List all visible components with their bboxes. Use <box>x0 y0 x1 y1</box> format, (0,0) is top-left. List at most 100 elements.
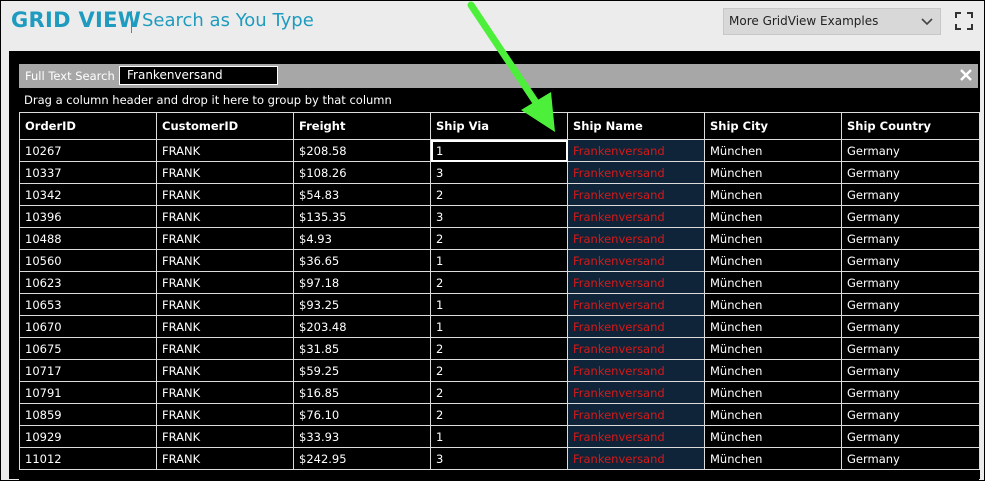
cell-shipcity[interactable]: München <box>704 425 842 448</box>
cell-customerid[interactable]: FRANK <box>156 447 294 470</box>
cell-shipcity[interactable]: München <box>704 227 842 250</box>
cell-shipcountry[interactable]: Germany <box>841 183 980 206</box>
cell-shipcountry[interactable]: Germany <box>841 381 980 404</box>
cell-orderid[interactable]: 10396 <box>19 205 157 228</box>
cell-shipcountry[interactable]: Germany <box>841 403 980 426</box>
cell-orderid[interactable]: 10267 <box>19 139 157 162</box>
cell-shipcity[interactable]: München <box>704 271 842 294</box>
cell-freight[interactable]: $108.26 <box>293 161 431 184</box>
cell-shipname[interactable]: Frankenversand <box>567 205 705 228</box>
cell-shipcountry[interactable]: Germany <box>841 227 980 250</box>
cell-customerid[interactable]: FRANK <box>156 205 294 228</box>
cell-freight[interactable]: $54.83 <box>293 183 431 206</box>
cell-shipcity[interactable]: München <box>704 381 842 404</box>
column-header-shipname[interactable]: Ship Name <box>567 112 705 140</box>
cell-customerid[interactable]: FRANK <box>156 249 294 272</box>
table-row[interactable]: 10859 FRANK $76.10 2 Frankenversand München Ge… <box>19 403 980 426</box>
cell-shipvia[interactable]: 3 <box>430 447 568 470</box>
cell-customerid[interactable]: FRANK <box>156 359 294 382</box>
cell-shipcity[interactable]: München <box>704 183 842 206</box>
cell-shipcity[interactable]: München <box>704 315 842 338</box>
cell-shipname[interactable]: Frankenversand <box>567 315 705 338</box>
cell-customerid[interactable]: FRANK <box>156 425 294 448</box>
cell-customerid[interactable]: FRANK <box>156 403 294 426</box>
table-row[interactable]: 10488 FRANK $4.93 2 Frankenversand München Ger… <box>19 227 980 250</box>
cell-shipname[interactable]: Frankenversand <box>567 447 705 470</box>
cell-shipcity[interactable]: München <box>704 447 842 470</box>
cell-shipvia[interactable]: 1 <box>430 425 568 448</box>
cell-shipvia[interactable]: 2 <box>430 381 568 404</box>
cell-shipvia[interactable]: 1 <box>430 293 568 316</box>
table-row[interactable]: 10342 FRANK $54.83 2 Frankenversand München Ge… <box>19 183 980 206</box>
cell-shipname[interactable]: Frankenversand <box>567 293 705 316</box>
cell-orderid[interactable]: 10560 <box>19 249 157 272</box>
cell-shipvia[interactable]: 1 <box>430 249 568 272</box>
table-row[interactable]: 10670 FRANK $203.48 1 Frankenversand München G… <box>19 315 980 338</box>
cell-customerid[interactable]: FRANK <box>156 139 294 162</box>
cell-shipcity[interactable]: München <box>704 249 842 272</box>
cell-shipname[interactable]: Frankenversand <box>567 271 705 294</box>
cell-freight[interactable]: $4.93 <box>293 227 431 250</box>
cell-orderid[interactable]: 10717 <box>19 359 157 382</box>
table-row[interactable]: 10675 FRANK $31.85 2 Frankenversand München Ge… <box>19 337 980 360</box>
cell-customerid[interactable]: FRANK <box>156 183 294 206</box>
cell-orderid[interactable]: 10623 <box>19 271 157 294</box>
table-row[interactable]: 10929 FRANK $33.93 1 Frankenversand München Ge… <box>19 425 980 448</box>
table-row[interactable]: 10717 FRANK $59.25 2 Frankenversand München Ge… <box>19 359 980 382</box>
cell-freight[interactable]: $242.95 <box>293 447 431 470</box>
cell-customerid[interactable]: FRANK <box>156 271 294 294</box>
cell-shipcity[interactable]: München <box>704 293 842 316</box>
cell-freight[interactable]: $93.25 <box>293 293 431 316</box>
cell-shipvia[interactable]: 2 <box>430 359 568 382</box>
cell-shipname[interactable]: Frankenversand <box>567 227 705 250</box>
cell-freight[interactable]: $31.85 <box>293 337 431 360</box>
table-row[interactable]: 10560 FRANK $36.65 1 Frankenversand München Ge… <box>19 249 980 272</box>
cell-shipcountry[interactable]: Germany <box>841 139 980 162</box>
cell-freight[interactable]: $59.25 <box>293 359 431 382</box>
cell-freight[interactable]: $76.10 <box>293 403 431 426</box>
cell-shipcity[interactable]: München <box>704 337 842 360</box>
cell-shipvia[interactable]: 2 <box>430 337 568 360</box>
cell-orderid[interactable]: 10929 <box>19 425 157 448</box>
cell-shipname[interactable]: Frankenversand <box>567 403 705 426</box>
cell-shipvia[interactable]: 1 <box>430 315 568 338</box>
cell-shipcity[interactable]: München <box>704 359 842 382</box>
table-row[interactable]: 10623 FRANK $97.18 2 Frankenversand München Ge… <box>19 271 980 294</box>
table-row[interactable]: 10396 FRANK $135.35 3 Frankenversand München G… <box>19 205 980 228</box>
cell-shipname[interactable]: Frankenversand <box>567 139 705 162</box>
cell-freight[interactable]: $97.18 <box>293 271 431 294</box>
cell-shipname[interactable]: Frankenversand <box>567 161 705 184</box>
cell-shipcity[interactable]: München <box>704 161 842 184</box>
cell-shipvia[interactable]: 2 <box>430 183 568 206</box>
cell-orderid[interactable]: 10488 <box>19 227 157 250</box>
cell-freight[interactable]: $33.93 <box>293 425 431 448</box>
cell-customerid[interactable]: FRANK <box>156 161 294 184</box>
cell-orderid[interactable]: 10337 <box>19 161 157 184</box>
cell-orderid[interactable]: 10342 <box>19 183 157 206</box>
cell-shipname[interactable]: Frankenversand <box>567 359 705 382</box>
column-header-freight[interactable]: Freight <box>293 112 431 140</box>
cell-freight[interactable]: $208.58 <box>293 139 431 162</box>
cell-shipvia[interactable]: 2 <box>430 271 568 294</box>
close-icon[interactable] <box>959 68 973 82</box>
cell-orderid[interactable]: 10791 <box>19 381 157 404</box>
cell-shipcity[interactable]: München <box>704 205 842 228</box>
table-row[interactable]: 10337 FRANK $108.26 3 Frankenversand München G… <box>19 161 980 184</box>
search-input[interactable]: Frankenversand <box>119 66 278 85</box>
table-row[interactable]: 10791 FRANK $16.85 2 Frankenversand München Ge… <box>19 381 980 404</box>
table-row[interactable]: 10653 FRANK $93.25 1 Frankenversand München Ge… <box>19 293 980 316</box>
cell-orderid[interactable]: 10675 <box>19 337 157 360</box>
cell-shipcountry[interactable]: Germany <box>841 249 980 272</box>
cell-shipvia[interactable]: 2 <box>430 227 568 250</box>
cell-shipvia[interactable]: 3 <box>430 205 568 228</box>
cell-shipname[interactable]: Frankenversand <box>567 425 705 448</box>
cell-customerid[interactable]: FRANK <box>156 293 294 316</box>
cell-freight[interactable]: $203.48 <box>293 315 431 338</box>
cell-orderid[interactable]: 10653 <box>19 293 157 316</box>
group-panel[interactable]: Drag a column header and drop it here to… <box>19 89 978 112</box>
cell-orderid[interactable]: 10859 <box>19 403 157 426</box>
cell-customerid[interactable]: FRANK <box>156 227 294 250</box>
column-header-shipcountry[interactable]: Ship Country <box>841 112 980 140</box>
cell-shipcountry[interactable]: Germany <box>841 447 980 470</box>
cell-shipcountry[interactable]: Germany <box>841 205 980 228</box>
